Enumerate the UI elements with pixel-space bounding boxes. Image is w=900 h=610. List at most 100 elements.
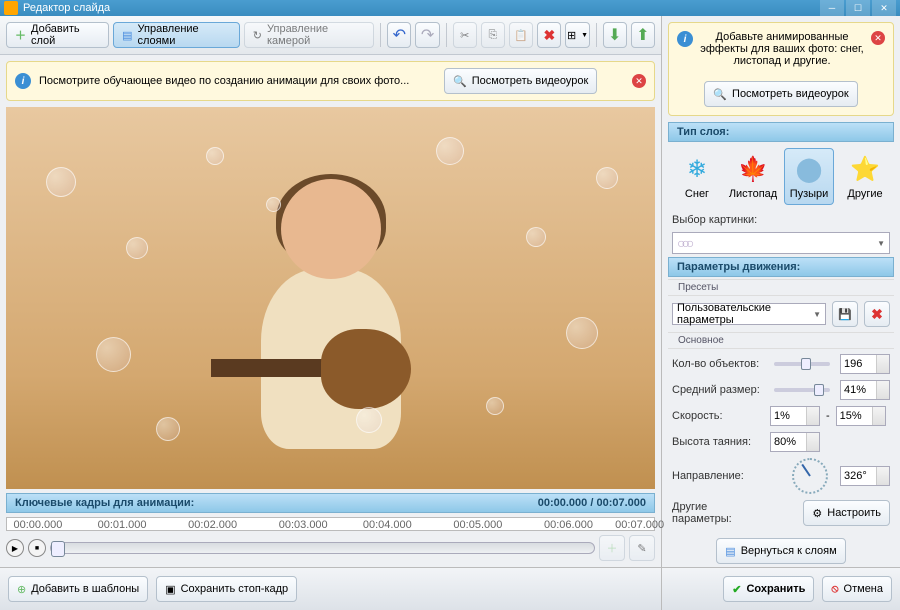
time-current: 00:00.000: [538, 497, 588, 509]
gear-icon: ⚙: [812, 507, 822, 520]
delete-preset-button[interactable]: ✖: [864, 301, 890, 327]
cancel-button[interactable]: ⦸ Отмена: [822, 576, 892, 602]
direction-label: Направление:: [672, 470, 764, 482]
frame-icon: ▣: [165, 583, 175, 596]
type-bubbles[interactable]: ⬤Пузыри: [784, 148, 834, 205]
play-button[interactable]: ▶: [6, 539, 24, 557]
stop-button[interactable]: ■: [28, 539, 46, 557]
back-to-layers-button[interactable]: ▤ Вернуться к слоям: [716, 538, 845, 564]
play-icon: ▶: [12, 544, 18, 553]
down-button[interactable]: ⬇: [603, 22, 627, 48]
photo-subject: [191, 169, 471, 479]
window-title: Редактор слайда: [23, 2, 110, 14]
watch-tutorial-button[interactable]: 🔍 Посмотреть видеоурок: [704, 81, 857, 107]
speed-to-spinner[interactable]: 15%▲▼: [836, 406, 886, 426]
separator: [446, 23, 447, 47]
copy-button[interactable]: ⎘: [481, 22, 505, 48]
size-label: Средний размер:: [672, 384, 764, 396]
separator: [380, 23, 381, 47]
close-hint-button[interactable]: ✕: [871, 31, 885, 45]
direction-dial[interactable]: [792, 458, 828, 494]
slider-thumb[interactable]: [51, 541, 65, 557]
bubble-icon: ⬤: [793, 153, 825, 185]
add-to-templates-button[interactable]: ⊕ Добавить в шаблоны: [8, 576, 148, 602]
paste-button[interactable]: 📋: [509, 22, 533, 48]
plus-icon: ＋: [607, 540, 618, 556]
layers-icon: ▤: [725, 545, 735, 558]
info-icon: i: [677, 31, 693, 47]
melt-spinner[interactable]: 80%▲▼: [770, 432, 820, 452]
tutorial-hint: i Посмотрите обучающее видео по созданию…: [6, 61, 655, 101]
check-icon: ✔: [732, 583, 741, 596]
pick-image-label: Выбор картинки:: [672, 214, 764, 226]
type-leaves[interactable]: 🍁Листопад: [728, 148, 778, 205]
grid-button[interactable]: ⊞▼: [565, 22, 589, 48]
add-keyframe-button[interactable]: ＋: [599, 535, 625, 561]
close-hint-button[interactable]: ✕: [632, 74, 646, 88]
cut-button[interactable]: ✂: [453, 22, 477, 48]
presets-group-label: Пресеты: [668, 279, 894, 296]
stop-icon: ■: [35, 545, 39, 552]
copy-icon: ⎘: [489, 29, 498, 42]
undo-button[interactable]: ↶: [387, 22, 411, 48]
arrow-down-icon: ⬇: [608, 25, 621, 45]
image-picker-combo[interactable]: ○○○: [672, 232, 890, 254]
redo-icon: ↷: [421, 25, 434, 45]
timeline-slider[interactable]: [50, 542, 595, 554]
layer-type-header: Тип слоя:: [668, 122, 894, 142]
delete-button[interactable]: ✖: [537, 22, 561, 48]
redo-button[interactable]: ↷: [415, 22, 439, 48]
pencil-icon: ✎: [637, 542, 646, 555]
count-slider[interactable]: [774, 362, 830, 366]
count-spinner[interactable]: 196▲▼: [840, 354, 890, 374]
speed-from-spinner[interactable]: 1%▲▼: [770, 406, 820, 426]
effects-hint: i Добавьте анимированные эффекты для ваш…: [668, 22, 894, 116]
template-icon: ⊕: [17, 583, 26, 596]
right-footer: ✔ Сохранить ⦸ Отмена: [662, 567, 900, 610]
save-icon: 💾: [838, 308, 852, 321]
main-group-label: Основное: [668, 332, 894, 349]
size-slider[interactable]: [774, 388, 830, 392]
hint-text: Посмотрите обучающее видео по созданию а…: [39, 75, 409, 87]
save-frame-button[interactable]: ▣ Сохранить стоп-кадр: [156, 576, 297, 602]
timeline: 00:00.000 00:01.000 00:02.000 00:03.000 …: [6, 517, 655, 561]
save-preset-button[interactable]: 💾: [832, 301, 858, 327]
direction-spinner[interactable]: 326°▲▼: [840, 466, 890, 486]
hint-text: Добавьте анимированные эффекты для ваших…: [699, 31, 865, 67]
undo-icon: ↶: [393, 25, 406, 45]
preset-combo[interactable]: Пользовательские параметры: [672, 303, 826, 325]
timeline-ruler[interactable]: 00:00.000 00:01.000 00:02.000 00:03.000 …: [6, 517, 655, 531]
watch-tutorial-button[interactable]: 🔍 Посмотреть видеоурок: [444, 68, 597, 94]
bubble-preview-icon: ○○○: [677, 235, 690, 251]
minimize-button[interactable]: ─: [820, 0, 844, 16]
layers-icon: ▤: [122, 29, 132, 42]
motion-params-header: Параметры движения:: [668, 257, 894, 277]
timeline-header: Ключевые кадры для анимации: 00:00.000 /…: [6, 493, 655, 513]
app-icon: [4, 1, 18, 15]
manage-layers-button[interactable]: ▤ Управление слоями: [113, 22, 240, 48]
layer-type-row: ❄Снег 🍁Листопад ⬤Пузыри ⭐Другие: [662, 142, 900, 211]
star-icon: ⭐: [849, 153, 881, 185]
cancel-icon: ⦸: [831, 583, 838, 596]
save-button[interactable]: ✔ Сохранить: [723, 576, 814, 602]
slide-canvas[interactable]: [6, 107, 655, 489]
maximize-button[interactable]: ☐: [846, 0, 870, 16]
delete-icon: ✖: [871, 306, 883, 323]
snowflake-icon: ❄: [681, 153, 713, 185]
up-button[interactable]: ⬆: [631, 22, 655, 48]
info-icon: i: [15, 73, 31, 89]
add-layer-button[interactable]: ＋ Добавить слой: [6, 22, 109, 48]
time-total: 00:07.000: [596, 497, 646, 509]
size-spinner[interactable]: 41%▲▼: [840, 380, 890, 400]
type-snow[interactable]: ❄Снег: [672, 148, 722, 205]
edit-keyframe-button[interactable]: ✎: [629, 535, 655, 561]
titlebar: Редактор слайда ─ ☐ ✕: [0, 0, 900, 16]
type-other[interactable]: ⭐Другие: [840, 148, 890, 205]
melt-label: Высота таяния:: [672, 436, 764, 448]
arrow-up-icon: ⬆: [636, 25, 649, 45]
close-button[interactable]: ✕: [872, 0, 896, 16]
manage-camera-button[interactable]: ↻ Управление камерой: [244, 22, 375, 48]
count-label: Кол-во объектов:: [672, 358, 764, 370]
paste-icon: 📋: [514, 29, 528, 42]
configure-button[interactable]: ⚙ Настроить: [803, 500, 890, 526]
